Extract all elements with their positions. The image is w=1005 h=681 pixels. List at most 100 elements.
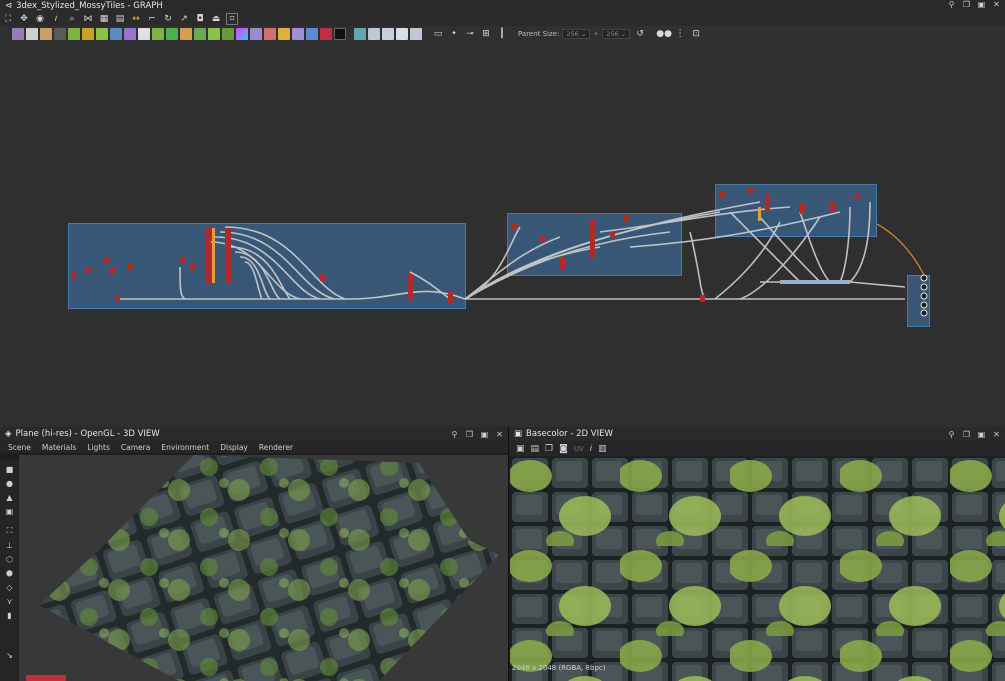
output-pin[interactable] xyxy=(920,309,928,317)
cube-outline-icon[interactable]: ⬢ xyxy=(4,567,16,579)
menu-materials[interactable]: Materials xyxy=(42,443,76,452)
text-a-node-icon[interactable] xyxy=(292,28,304,40)
hsl-node-icon[interactable] xyxy=(236,28,248,40)
link-size-icon[interactable]: ⚭ xyxy=(593,30,599,38)
uv-dropdown[interactable]: UV xyxy=(574,445,584,453)
pixel-node-icon[interactable] xyxy=(306,28,318,40)
parent-size-width[interactable]: 256 ⌄ xyxy=(562,29,591,39)
restore-icon[interactable]: ❐ xyxy=(465,430,474,439)
cube-icon[interactable]: ⬡ xyxy=(4,553,16,565)
info-icon[interactable]: 𝑖 xyxy=(50,13,62,25)
viewport-icon[interactable]: ▣ xyxy=(4,505,16,517)
eject-icon[interactable]: ⏏ xyxy=(210,13,222,25)
distance-node-icon[interactable] xyxy=(264,28,276,40)
camera-icon[interactable]: ◉ xyxy=(34,13,46,25)
fx-node-icon[interactable] xyxy=(320,28,332,40)
pin-icon[interactable]: ⚲ xyxy=(450,430,459,439)
scene-icon[interactable]: ▲ xyxy=(4,491,16,503)
tangent-icon[interactable]: ⋎ xyxy=(4,595,16,607)
layout-icon[interactable]: ↻ xyxy=(162,13,174,25)
sharpen-node-icon[interactable] xyxy=(194,28,206,40)
light-icon[interactable]: ● xyxy=(4,477,16,489)
maximize-icon[interactable]: ▣ xyxy=(480,430,489,439)
output-pin[interactable] xyxy=(920,292,928,300)
scene-tab-indicator[interactable] xyxy=(26,675,66,681)
graph-canvas[interactable] xyxy=(0,42,1005,427)
grid-icon[interactable]: ▦ xyxy=(98,13,110,25)
comment-icon[interactable]: ▭ xyxy=(432,28,444,40)
search-icon[interactable]: ⌕ xyxy=(66,13,78,25)
menu-camera[interactable]: Camera xyxy=(121,443,150,452)
snap-icon[interactable]: ⊡ xyxy=(690,28,702,40)
node-icon[interactable]: ▤ xyxy=(114,13,126,25)
output-pin[interactable] xyxy=(920,274,928,282)
input-node-icon[interactable] xyxy=(354,28,366,40)
uniform-node-icon[interactable] xyxy=(124,28,136,40)
copy-icon[interactable]: ❐ xyxy=(545,444,553,454)
expand-icon[interactable]: ↘ xyxy=(4,649,16,661)
close-icon[interactable]: ✕ xyxy=(992,0,1001,9)
emboss-node-icon[interactable] xyxy=(208,28,220,40)
blur-node-icon[interactable] xyxy=(180,28,192,40)
curve-icon[interactable]: ⌐ xyxy=(146,13,158,25)
warp-node-icon[interactable] xyxy=(152,28,164,40)
normal-node-icon[interactable] xyxy=(166,28,178,40)
frame-node-icon[interactable] xyxy=(396,28,408,40)
maximize-icon[interactable]: ▣ xyxy=(977,0,986,9)
move-icon[interactable]: ✥ xyxy=(18,13,30,25)
publish-icon[interactable]: ↗ xyxy=(178,13,190,25)
reset-size-icon[interactable]: ↺ xyxy=(634,28,646,40)
histogram-icon[interactable]: ▥ xyxy=(598,444,607,454)
frame-tool-icon[interactable]: ┃ xyxy=(496,28,508,40)
view3d-viewport[interactable] xyxy=(19,455,508,681)
menu-scene[interactable]: Scene xyxy=(8,443,31,452)
curve-node-icon[interactable] xyxy=(68,28,80,40)
maximize-icon[interactable]: ▣ xyxy=(977,430,986,439)
restore-icon[interactable]: ❐ xyxy=(962,430,971,439)
align-icon[interactable]: ↔ xyxy=(130,13,142,25)
menu-environment[interactable]: Environment xyxy=(161,443,209,452)
menu-lights[interactable]: Lights xyxy=(87,443,110,452)
svg-node-icon[interactable] xyxy=(26,28,38,40)
dot-icon[interactable]: • xyxy=(448,28,460,40)
fit-icon[interactable]: ⛶ xyxy=(4,525,16,537)
close-icon[interactable]: ✕ xyxy=(495,430,504,439)
connector-h-icon[interactable]: ●● xyxy=(656,28,672,40)
restore-icon[interactable]: ❐ xyxy=(962,0,971,9)
save-icon[interactable]: ▤ xyxy=(531,444,540,454)
display-icon[interactable]: ◙ xyxy=(559,444,568,454)
text-node-icon[interactable] xyxy=(40,28,52,40)
pin-icon[interactable]: ⚲ xyxy=(947,0,956,9)
link-icon[interactable]: ⋈ xyxy=(82,13,94,25)
plane-icon[interactable]: ◇ xyxy=(4,581,16,593)
output-node-icon[interactable] xyxy=(368,28,380,40)
menu-renderer[interactable]: Renderer xyxy=(259,443,293,452)
view-icon[interactable]: ▣ xyxy=(516,444,525,454)
histogram-node-icon[interactable] xyxy=(222,28,234,40)
close-icon[interactable]: ✕ xyxy=(992,430,1001,439)
comment-node-icon[interactable] xyxy=(382,28,394,40)
frame-all-icon[interactable]: ⌗ xyxy=(226,12,238,25)
connector-v-icon[interactable]: ⋮ xyxy=(674,28,686,40)
flask-icon[interactable]: ◘ xyxy=(194,13,206,25)
tile-node-icon[interactable] xyxy=(138,28,150,40)
pin-icon[interactable]: ⚲ xyxy=(947,430,956,439)
axes-icon[interactable]: ⊥ xyxy=(4,539,16,551)
pin-node-icon[interactable] xyxy=(410,28,422,40)
stats-icon[interactable]: ▮ xyxy=(4,609,16,621)
view2d-viewport[interactable]: 2048 x 2048 (RGBA, 8bpc) xyxy=(510,456,1005,681)
levels-node-icon[interactable] xyxy=(82,28,94,40)
function-node-icon[interactable] xyxy=(334,28,346,40)
transform-node-icon[interactable] xyxy=(278,28,290,40)
output-pin[interactable] xyxy=(920,283,928,291)
blend-node-icon[interactable] xyxy=(110,28,122,40)
grayscale-node-icon[interactable] xyxy=(250,28,262,40)
camera-icon[interactable]: ■ xyxy=(4,463,16,475)
info-icon[interactable]: 𝑖 xyxy=(590,444,592,454)
shuffle-node-icon[interactable] xyxy=(54,28,66,40)
frame-icon[interactable]: ⛶ xyxy=(2,13,14,25)
output-pin[interactable] xyxy=(920,301,928,309)
gradient-node-icon[interactable] xyxy=(96,28,108,40)
reroute-icon[interactable]: ⊸ xyxy=(464,28,476,40)
menu-display[interactable]: Display xyxy=(220,443,248,452)
